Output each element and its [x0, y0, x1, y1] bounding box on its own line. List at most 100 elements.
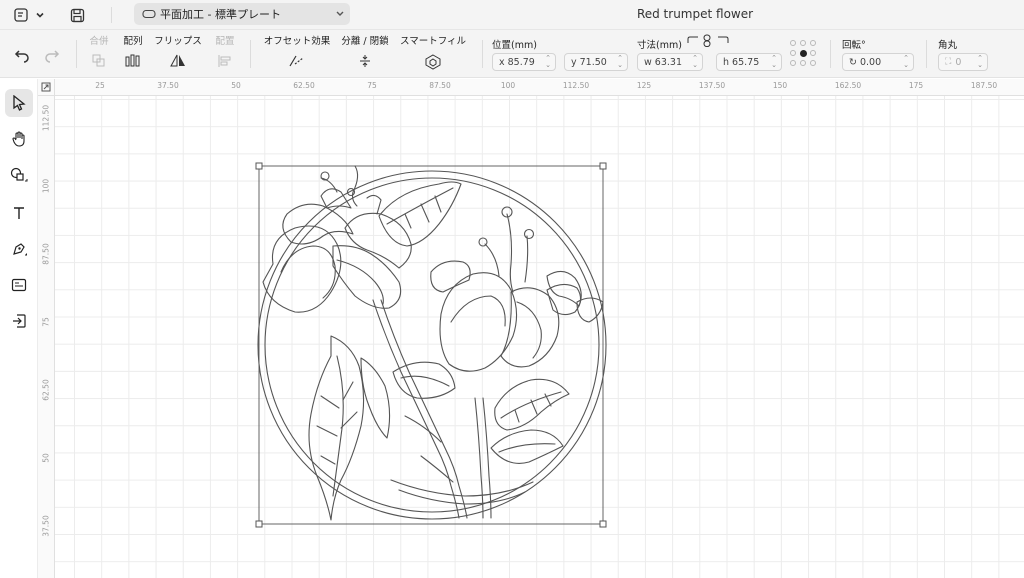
right-lower-leaf: [490, 429, 564, 464]
rotate-icon: ↻: [849, 56, 857, 68]
save-button[interactable]: [66, 4, 88, 26]
stepper-icon[interactable]: ⌃ ⌄: [771, 55, 777, 69]
ruler-tick-label: 150: [772, 81, 788, 90]
stepper-icon[interactable]: ⌃ ⌄: [903, 55, 909, 69]
pen-tool[interactable]: [5, 235, 33, 263]
left-flower-petal: [262, 225, 342, 313]
left-flower-vein: [280, 245, 336, 299]
split-tool[interactable]: 分離 / 閉鎖: [340, 36, 390, 70]
import-icon: [13, 314, 26, 328]
file-menu-button[interactable]: [8, 4, 50, 26]
stepper-icon[interactable]: ⌃ ⌄: [545, 55, 551, 69]
anchor-dot-selected[interactable]: [799, 49, 807, 57]
horizontal-ruler: 25 37.50 50 62.50 75 87.50 100 112.50 125 137.50 1…: [55, 79, 1024, 96]
ruler-tick-text: 112.50: [41, 104, 51, 132]
anchor-dot[interactable]: [810, 50, 816, 56]
ruler-tick-label: 125: [636, 81, 652, 90]
rotation-field[interactable]: ↻ 0.00 ⌃ ⌄: [842, 53, 914, 71]
ruler-tick-label: 162.50: [834, 81, 862, 90]
resize-handle[interactable]: [599, 520, 607, 528]
redo-button[interactable]: [40, 44, 64, 66]
left-stamen: [351, 165, 359, 207]
size-label: 寸法(mm): [637, 40, 682, 51]
text-icon: [14, 207, 24, 219]
anchor-point-grid[interactable]: [790, 40, 818, 68]
resize-handle[interactable]: [255, 162, 263, 170]
select-tool[interactable]: [5, 89, 33, 117]
height-field[interactable]: h 65.75 ⌃ ⌄: [716, 53, 782, 71]
width-field[interactable]: w 63.31 ⌃ ⌄: [637, 53, 703, 71]
lower-left-leaf: [308, 335, 365, 521]
text-tool[interactable]: [5, 199, 33, 227]
toolbar-separator: [926, 40, 927, 68]
anchor-dot[interactable]: [790, 40, 796, 46]
smart-fill-tool[interactable]: スマートフィル: [398, 36, 468, 70]
toolbar-separator: [830, 40, 831, 68]
stepper-icon[interactable]: ⌃ ⌄: [617, 55, 623, 69]
align-tool[interactable]: 配置: [212, 36, 238, 70]
stepper-icon[interactable]: ⌃ ⌄: [692, 55, 698, 69]
offset-tool[interactable]: オフセット効果: [262, 36, 332, 70]
left-flower-petal: [344, 212, 412, 269]
plate-select[interactable]: 平面加工 - 標準プレート: [134, 3, 350, 25]
right-stamen: [506, 213, 514, 293]
redo-icon: [45, 50, 60, 63]
align-label: 配置: [215, 36, 235, 47]
image-icon: [11, 278, 27, 292]
main-toolbar: 合併 配列 フリップス 配置 オフセット効果 分離 / 閉鎖 スマートフィル 位…: [0, 30, 1024, 78]
toolbar-separator: [250, 40, 251, 68]
title-separator: [111, 7, 112, 23]
shapes-tool[interactable]: [5, 161, 33, 189]
flip-icon: [154, 54, 202, 70]
flower-artwork[interactable]: [55, 96, 1024, 578]
right-stamen: [484, 243, 500, 277]
corner-radius-field[interactable]: ⛶ 0 ⌃ ⌄: [938, 53, 988, 71]
anchor-dot[interactable]: [810, 60, 816, 66]
mid-leaf-vein: [400, 375, 450, 387]
ruler-tick-label: 175: [908, 81, 924, 90]
position-label: 位置(mm): [492, 40, 537, 51]
right-lower-leaf-vein: [498, 443, 556, 453]
lock-ratio-button[interactable]: [684, 34, 732, 48]
combine-tool[interactable]: 合併: [86, 36, 112, 70]
lower-left-leaf-veins: [316, 381, 358, 465]
fit-view-icon: [41, 82, 51, 92]
x-position-field[interactable]: x 85.79 ⌃ ⌄: [492, 53, 556, 71]
pen-icon: [13, 243, 27, 256]
base-curve: [390, 479, 534, 497]
rotation-value: 0.00: [859, 56, 882, 68]
anchor-dot[interactable]: [800, 40, 806, 46]
combine-label: 合併: [89, 36, 109, 47]
ruler-tick-text: 37.50: [41, 515, 51, 537]
ruler-tick-label: 75: [367, 81, 377, 90]
left-flower-petal: [332, 245, 402, 309]
stepper-icon[interactable]: ⌃ ⌄: [977, 55, 983, 69]
resize-handle[interactable]: [255, 520, 263, 528]
y-position-field[interactable]: y 71.50 ⌃ ⌄: [564, 53, 628, 71]
design-canvas[interactable]: [55, 96, 1024, 578]
chevron-down-icon: [336, 11, 344, 16]
ruler-tick-label: 112.50: [562, 81, 590, 90]
stem: [482, 397, 492, 519]
anchor-dot[interactable]: [790, 60, 796, 66]
stem: [372, 299, 460, 519]
import-tool[interactable]: [5, 307, 33, 335]
resize-handle[interactable]: [599, 162, 607, 170]
ruler-tick-label: 187.50: [970, 81, 998, 90]
arrange-tool[interactable]: 配列: [120, 36, 146, 70]
vertical-ruler: 112.50 100 87.50 75 62.50 50 37.50: [38, 96, 55, 578]
width-value: w 63.31: [644, 56, 682, 68]
undo-button[interactable]: [10, 44, 34, 66]
right-lower-leaf-veins: [500, 391, 562, 423]
pan-tool[interactable]: [5, 125, 33, 153]
anchor-dot[interactable]: [810, 40, 816, 46]
ruler-tick-label: 137.50: [698, 81, 726, 90]
anchor-dot[interactable]: [790, 50, 796, 56]
smart-fill-icon: [398, 54, 468, 70]
image-tool[interactable]: [5, 271, 33, 299]
anchor-dot[interactable]: [800, 60, 806, 66]
title-bar: 平面加工 - 標準プレート Red trumpet flower: [0, 0, 1024, 30]
ruler-corner-button[interactable]: [38, 79, 55, 96]
height-value: h 65.75: [723, 56, 760, 68]
flips-tool[interactable]: フリップス: [154, 36, 202, 70]
